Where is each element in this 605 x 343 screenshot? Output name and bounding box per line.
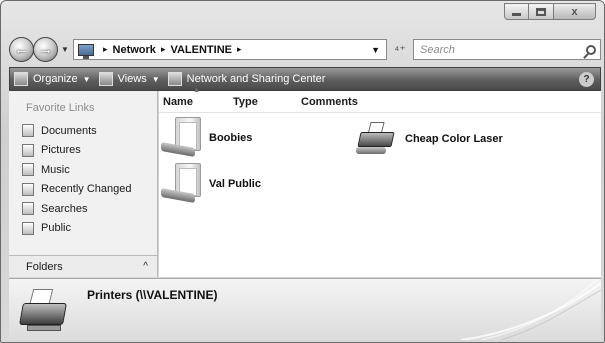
nav-item-searches[interactable]: Searches: [22, 199, 157, 219]
back-button[interactable]: ←: [9, 37, 34, 62]
list-item-val-public[interactable]: Val Public: [161, 161, 261, 207]
folders-label: Folders: [26, 260, 63, 273]
nav-item-documents[interactable]: Documents: [22, 121, 157, 141]
decorative-swoosh: [460, 279, 601, 340]
chevron-down-icon: ▼: [151, 74, 160, 84]
shared-folder-icon: [161, 115, 205, 161]
details-title: Printers (\\VALENTINE): [87, 288, 218, 302]
caption-buttons: x: [504, 3, 596, 20]
organize-label: Organize: [33, 73, 78, 85]
breadcrumb-valentine[interactable]: VALENTINE: [170, 44, 232, 56]
views-button[interactable]: Views ▼: [98, 72, 160, 86]
address-history-dropdown-icon[interactable]: ▼: [371, 45, 380, 55]
network-sharing-center-button[interactable]: Network and Sharing Center: [167, 72, 326, 86]
nav-item-label: Public: [41, 222, 71, 235]
network-sharing-label: Network and Sharing Center: [186, 73, 326, 85]
nav-item-label: Searches: [41, 202, 88, 215]
refresh-button[interactable]: ⁴⁺: [389, 39, 411, 60]
column-type-label: Type: [233, 95, 258, 108]
favorite-links-list: Documents Pictures Music Recently Change…: [9, 121, 157, 238]
searches-icon: [22, 202, 34, 216]
item-label: Cheap Color Laser: [405, 133, 503, 145]
favorite-links-heading: Favorite Links: [26, 102, 95, 114]
shared-folder-icon: [161, 161, 205, 207]
search-input[interactable]: Search: [413, 39, 601, 60]
recently-changed-icon: [22, 182, 34, 196]
recent-pages-dropdown-icon[interactable]: ▼: [61, 45, 69, 54]
views-icon: [98, 72, 113, 86]
search-placeholder: Search: [420, 43, 455, 56]
organize-icon: [14, 72, 28, 86]
nav-item-public[interactable]: Public: [22, 219, 157, 239]
command-bar: Organize ▼ Views ▼ Network and Sharing C…: [9, 67, 601, 91]
refresh-icon: ⁴⁺: [394, 42, 406, 57]
column-name-label: Name: [163, 95, 193, 108]
nav-item-music[interactable]: Music: [22, 160, 157, 180]
folders-toggle[interactable]: Folders ^: [9, 255, 157, 277]
help-button[interactable]: ?: [579, 71, 594, 87]
nav-item-label: Recently Changed: [41, 183, 132, 196]
views-label: Views: [117, 73, 147, 85]
search-icon[interactable]: [586, 44, 596, 55]
sort-ascending-icon: ▲: [193, 86, 200, 94]
column-header-type[interactable]: Type: [231, 96, 299, 108]
printer-icon: [17, 285, 73, 335]
list-item-cheap-color-laser[interactable]: Cheap Color Laser: [355, 119, 503, 159]
network-printer-icon: [355, 119, 401, 159]
music-icon: [22, 163, 34, 177]
chevron-up-icon: ^: [143, 261, 148, 272]
list-item-boobies[interactable]: Boobies: [161, 115, 252, 161]
address-row: ← → ▼ ▸ Network ▸ VALENTINE ▸ ▼ ⁴⁺ Searc…: [9, 37, 601, 63]
nav-item-label: Documents: [41, 124, 97, 137]
network-location-icon: [78, 43, 94, 59]
nav-item-label: Music: [41, 163, 70, 176]
navigation-pane: Favorite Links Documents Pictures Music …: [9, 91, 158, 277]
breadcrumb-network[interactable]: Network: [113, 44, 156, 56]
details-pane: Printers (\\VALENTINE): [9, 278, 601, 340]
column-header-comments[interactable]: Comments: [299, 96, 379, 108]
minimize-button[interactable]: [504, 3, 529, 20]
item-label: Val Public: [209, 178, 261, 190]
chevron-down-icon: ▼: [82, 74, 91, 84]
breadcrumb-separator-icon: ▸: [160, 44, 166, 54]
column-headers: ▲ Name Type Comments: [159, 87, 601, 113]
close-button[interactable]: x: [554, 3, 596, 20]
forward-button[interactable]: →: [33, 37, 58, 62]
help-icon: ?: [583, 73, 590, 85]
forward-arrow-icon: →: [38, 41, 53, 58]
network-sharing-icon: [167, 72, 182, 86]
public-icon: [22, 221, 34, 235]
maximize-icon: [536, 7, 546, 16]
organize-button[interactable]: Organize ▼: [14, 72, 91, 86]
breadcrumb-separator-icon: ▸: [103, 44, 108, 54]
maximize-button[interactable]: [529, 3, 554, 20]
breadcrumb-separator-icon[interactable]: ▸: [237, 44, 242, 55]
documents-icon: [22, 124, 34, 138]
file-list: ▲ Name Type Comments Boobies Val Public: [159, 87, 601, 277]
address-bar[interactable]: ▸ Network ▸ VALENTINE ▸ ▼: [73, 39, 387, 60]
nav-item-label: Pictures: [41, 144, 81, 157]
column-comments-label: Comments: [301, 95, 358, 108]
item-label: Boobies: [209, 132, 253, 144]
back-arrow-icon: ←: [14, 41, 29, 58]
nav-item-pictures[interactable]: Pictures: [22, 141, 157, 161]
column-header-name[interactable]: ▲ Name: [159, 87, 231, 108]
nav-item-recently-changed[interactable]: Recently Changed: [22, 180, 157, 200]
pictures-icon: [22, 143, 34, 157]
explorer-window: x ← → ▼ ▸ Network ▸ VALENTINE ▸ ▼ ⁴⁺ Sea…: [0, 0, 605, 343]
close-icon: x: [571, 5, 578, 18]
minimize-icon: [512, 13, 521, 16]
